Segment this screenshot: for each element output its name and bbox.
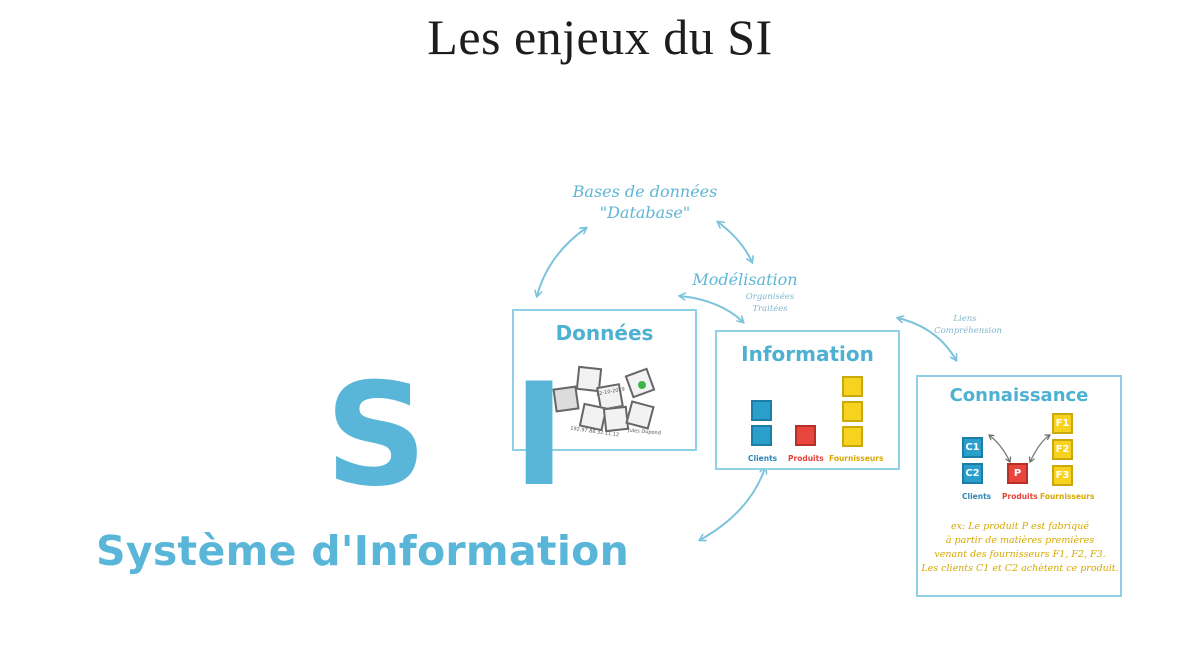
supplier-square — [842, 401, 863, 422]
liens-label: Liens — [953, 314, 977, 324]
si-acronym: S I — [325, 353, 584, 518]
database-line2: "Database" — [599, 203, 691, 222]
database-label: Bases de données "Database" — [560, 182, 730, 222]
fournisseurs-label: Fournisseurs — [829, 454, 884, 463]
supplier-square — [842, 426, 863, 447]
fournisseurs-label: Fournisseurs — [1040, 492, 1095, 501]
traitees-label: Traitées — [752, 304, 788, 314]
f3-square: F3 — [1052, 465, 1073, 486]
produits-label: Produits — [788, 454, 824, 463]
information-box: Information Clients Produits Fournisseur… — [715, 330, 900, 470]
comprehension-label: Compréhension — [934, 326, 1002, 336]
f1-square: F1 — [1052, 413, 1073, 434]
client-square — [751, 425, 772, 446]
client-square — [751, 400, 772, 421]
note-line: venant des fournisseurs F1, F2, F3. — [934, 549, 1106, 560]
note-line: Les clients C1 et C2 achètent ce produit… — [921, 563, 1119, 574]
c1-square: C1 — [962, 437, 983, 458]
arrow-database-modelisation — [718, 222, 752, 262]
donnees-title: Données — [555, 321, 654, 345]
phone-icon — [638, 381, 646, 389]
arrow-subtitle-information — [700, 468, 765, 540]
c2-square: C2 — [962, 463, 983, 484]
data-square — [625, 400, 655, 430]
data-square — [602, 405, 630, 433]
f2-square: F2 — [1052, 439, 1073, 460]
clients-label: Clients — [962, 492, 992, 501]
database-line1: Bases de données — [572, 182, 718, 201]
product-square — [795, 425, 816, 446]
clients-label: Clients — [748, 454, 778, 463]
p-square: P — [1007, 463, 1028, 484]
produits-label: Produits — [1002, 492, 1038, 501]
supplier-square — [842, 376, 863, 397]
note-line: à partir de matières premières — [945, 535, 1095, 546]
organisees-label: Organisées — [745, 292, 795, 302]
arrow-donnees-database — [537, 228, 586, 296]
note-line: ex: Le produit P est fabriqué — [951, 521, 1089, 532]
information-title: Information — [741, 342, 874, 366]
connaissance-title: Connaissance — [949, 385, 1089, 406]
si-subtitle: Système d'Information — [96, 527, 630, 575]
example-note: ex: Le produit P est fabriqué à partir d… — [920, 520, 1120, 576]
modelisation-label: Modélisation — [692, 270, 798, 289]
data-scribble: Jules Dupond — [627, 427, 662, 437]
